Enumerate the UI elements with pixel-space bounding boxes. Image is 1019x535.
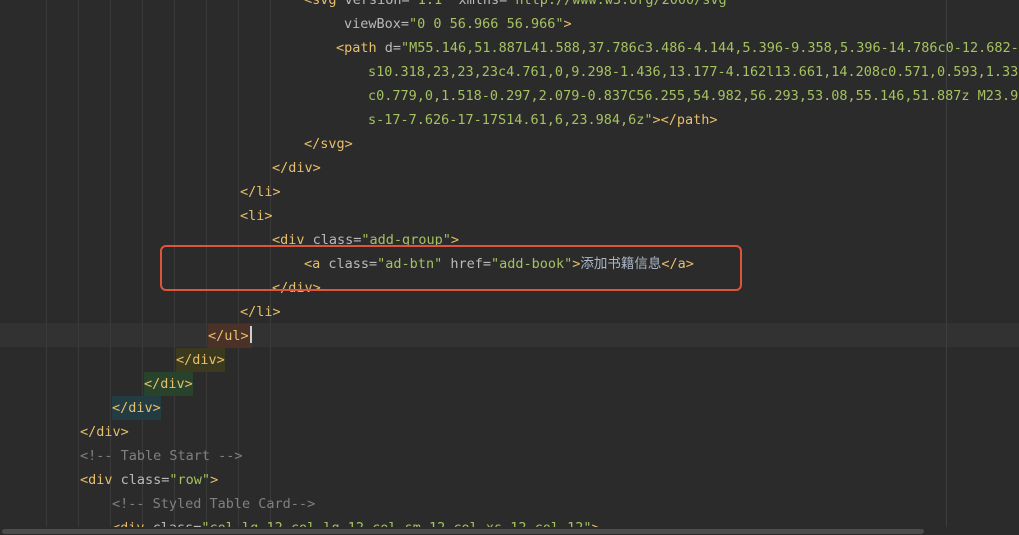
code-token: "0 0 56.966 56.966": [409, 16, 564, 32]
code-token: <path: [336, 40, 385, 56]
code-token: version=: [344, 0, 410, 8]
code-line[interactable]: <div class="row">: [80, 468, 218, 492]
code-line[interactable]: </svg>: [304, 132, 353, 156]
code-line[interactable]: s-17-7.626-17-17S14.61,6,23.984,6z"></pa…: [368, 108, 718, 132]
indent-guide: [46, 0, 47, 535]
code-token: class=: [120, 472, 170, 488]
code-token: xmlns=: [458, 0, 508, 8]
code-token: </svg>: [304, 136, 353, 152]
code-token: <!-- Styled Table Card-->: [112, 496, 316, 512]
code-token: c0.779,0,1.518-0.297,2.079-0.837C56.255,…: [368, 88, 1019, 104]
annotation-highlight-box: [160, 245, 742, 291]
code-token: >: [240, 328, 249, 344]
code-token: d=: [384, 40, 402, 56]
code-token: <!-- Table Start -->: [80, 448, 243, 464]
code-token: ></path>: [652, 112, 718, 128]
code-token: </div>: [176, 352, 225, 368]
code-line[interactable]: c0.779,0,1.518-0.297,2.079-0.837C56.255,…: [368, 84, 1019, 108]
code-token: <div: [80, 472, 121, 488]
code-token: <svg: [304, 0, 345, 8]
code-token: </div>: [144, 376, 193, 392]
scrollbar-thumb[interactable]: [2, 529, 924, 534]
code-line[interactable]: </div>: [112, 396, 161, 420]
code-line[interactable]: </div>: [176, 348, 225, 372]
current-line-highlight: [0, 323, 1019, 347]
code-token: </div>: [112, 400, 161, 416]
code-line[interactable]: </div>: [272, 156, 321, 180]
code-token: <li>: [240, 208, 273, 224]
code-line[interactable]: </li>: [240, 300, 281, 324]
code-line[interactable]: <li>: [240, 204, 273, 228]
code-line[interactable]: </div>: [80, 420, 129, 444]
horizontal-scrollbar[interactable]: [0, 527, 1019, 535]
code-token: </ul: [208, 328, 241, 344]
code-line[interactable]: <path d="M55.146,51.887L41.588,37.786c3.…: [336, 36, 1019, 60]
code-editor[interactable]: <svg version="1.1" xmlns="http://www.w3.…: [0, 0, 1019, 535]
code-token: >: [210, 472, 219, 488]
code-line[interactable]: s10.318,23,23,23c4.761,0,9.298-1.436,13.…: [368, 60, 1019, 84]
code-token: "M55.146,51.887L41.588,37.786c3.486-4.14…: [401, 40, 1019, 56]
code-line[interactable]: <!-- Styled Table Card-->: [112, 492, 315, 516]
code-token: viewBox=: [344, 16, 410, 32]
code-token: "1.1": [409, 0, 459, 8]
code-token: "row": [169, 472, 211, 488]
code-token: s-17-7.626-17-17S14.61,6,23.984,6z": [368, 112, 653, 128]
code-token: </div>: [272, 160, 321, 176]
code-token: </div>: [80, 424, 129, 440]
code-token: s10.318,23,23,23c4.761,0,9.298-1.436,13.…: [368, 64, 1019, 80]
code-line[interactable]: </div>: [144, 372, 193, 396]
indent-guide: [78, 0, 79, 535]
code-token: </li>: [240, 184, 281, 200]
code-token: >: [563, 16, 572, 32]
code-line[interactable]: <!-- Table Start -->: [80, 444, 243, 468]
text-caret: [249, 326, 252, 343]
code-line[interactable]: </ul>: [208, 324, 252, 348]
code-token: "http://www.w3.org/2000/svg": [507, 0, 735, 8]
code-token: </li>: [240, 304, 281, 320]
code-line[interactable]: </li>: [240, 180, 281, 204]
code-line[interactable]: viewBox="0 0 56.966 56.966">: [344, 12, 572, 36]
code-line[interactable]: <svg version="1.1" xmlns="http://www.w3.…: [304, 0, 735, 12]
